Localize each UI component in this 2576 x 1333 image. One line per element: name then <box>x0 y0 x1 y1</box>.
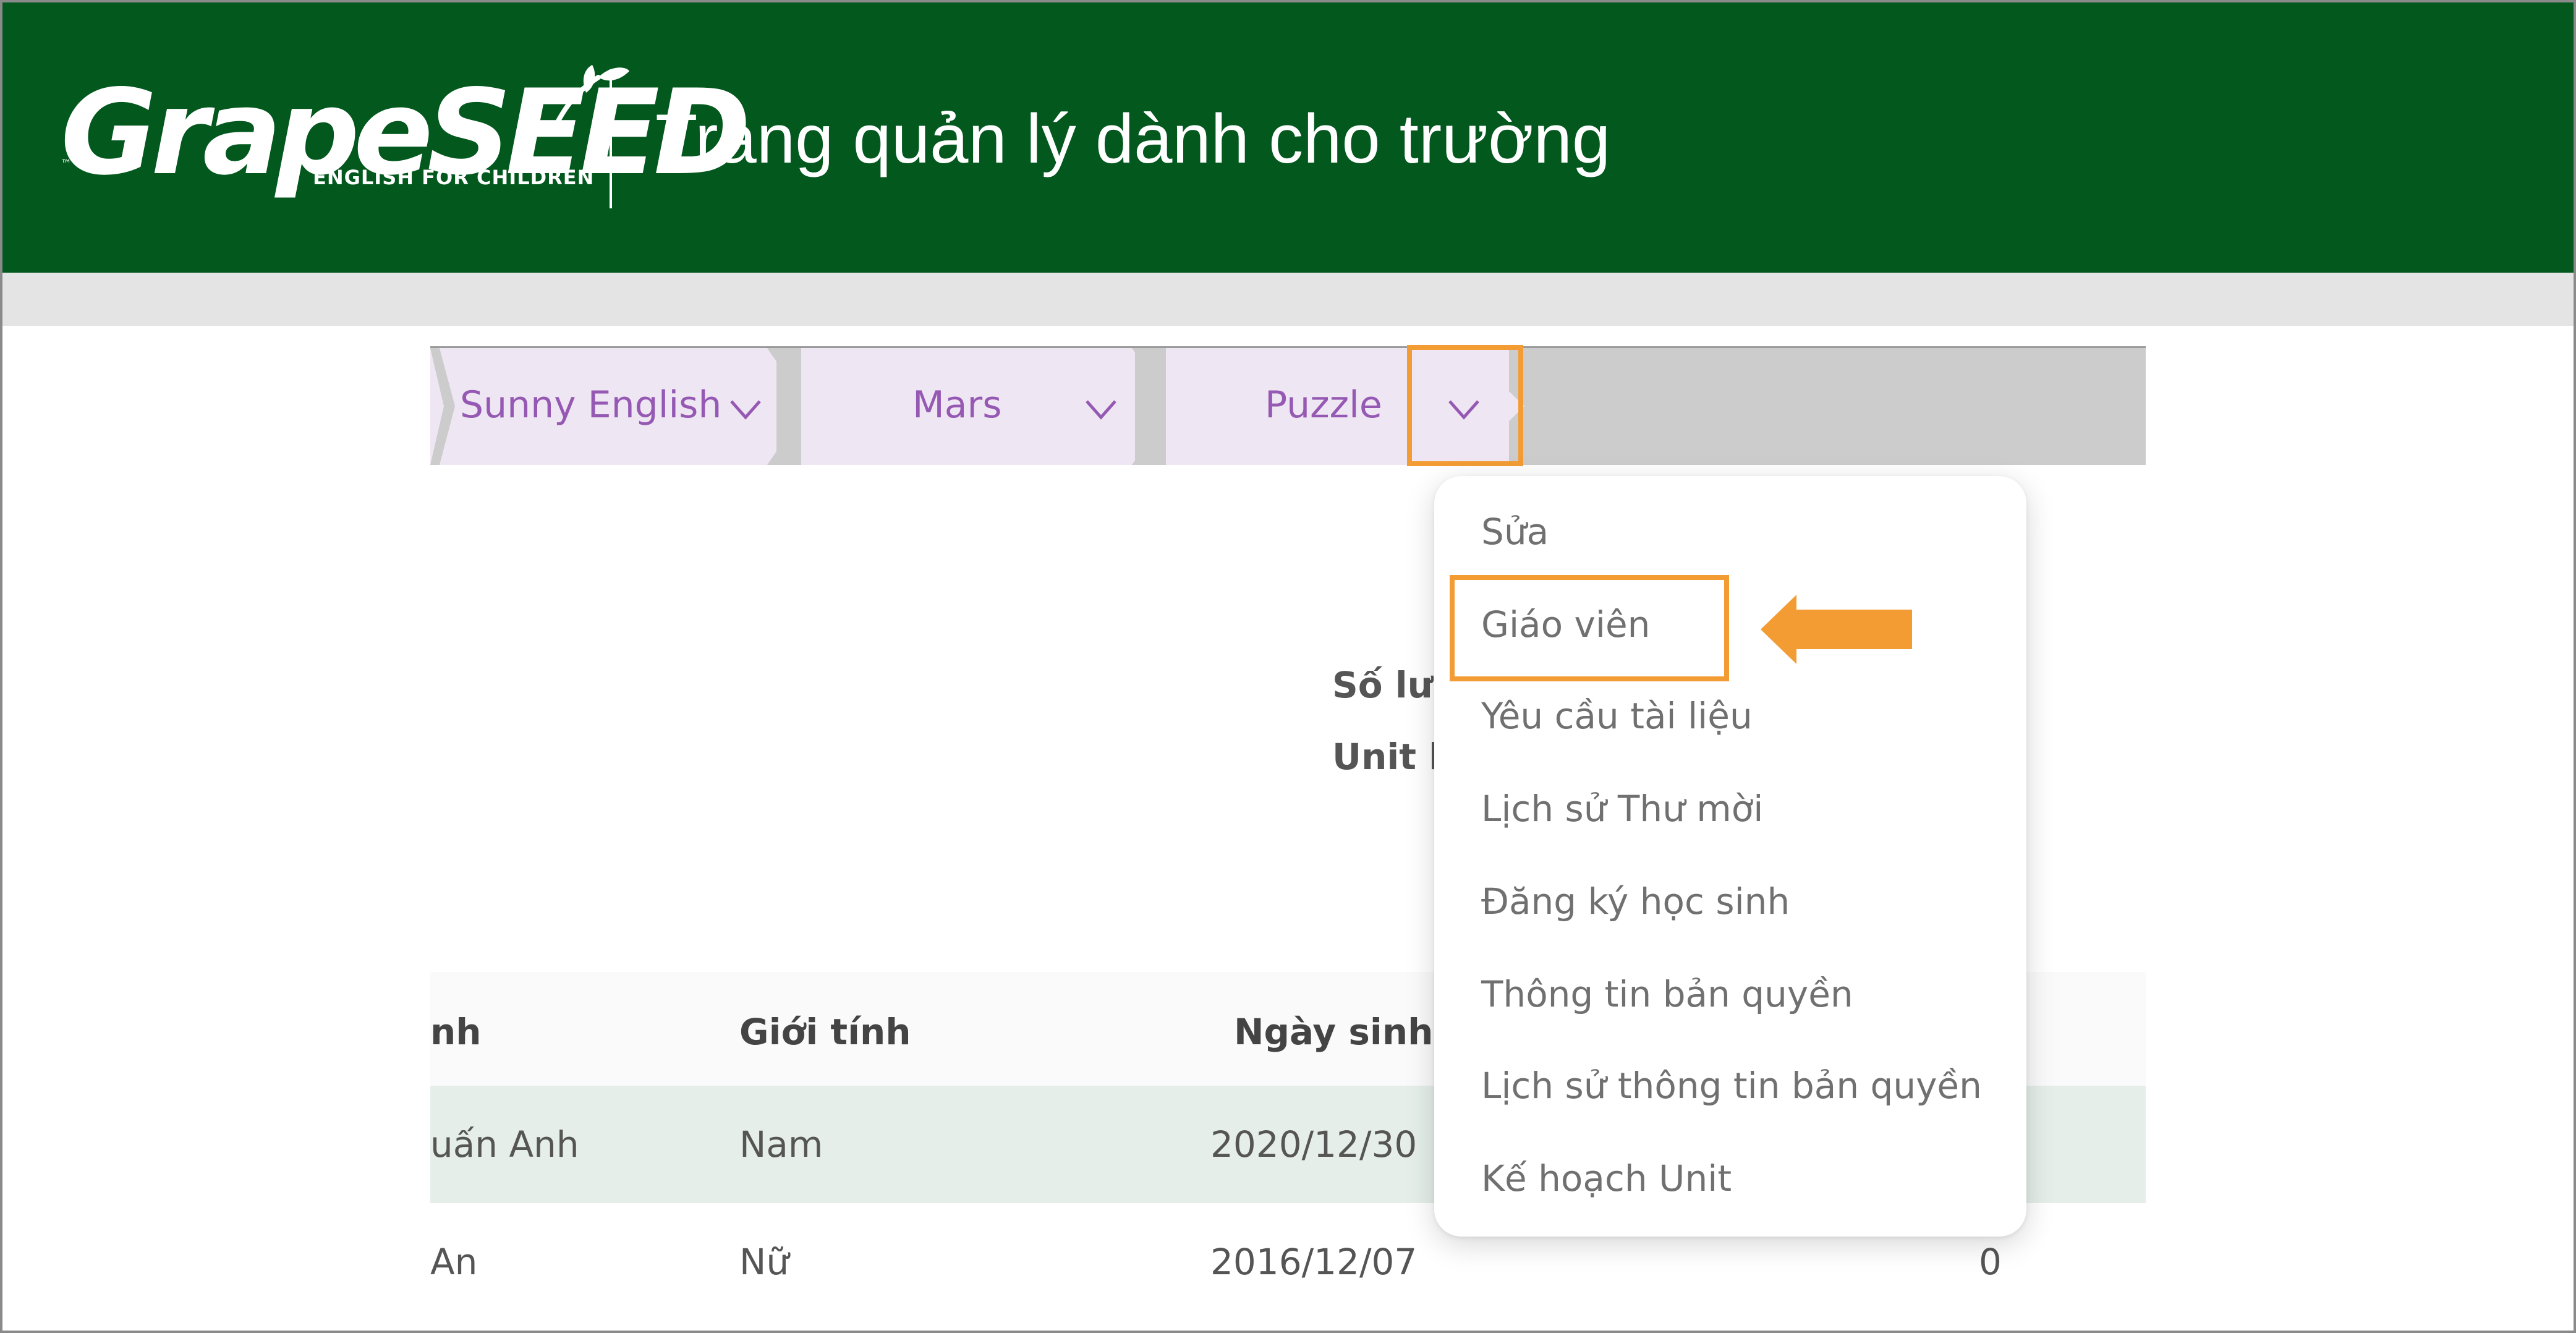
page-title: Trang quản lý dành cho trường <box>655 100 1611 177</box>
menu-item-student-registration[interactable]: Đăng ký học sinh <box>1481 877 1790 926</box>
column-header-dob[interactable]: Ngày sinh <box>1234 1010 1433 1054</box>
chevron-down-icon[interactable] <box>724 391 767 428</box>
breadcrumb-label: Mars <box>912 383 1002 427</box>
sub-header-bar <box>0 273 2576 326</box>
cell-extra: 0 <box>1979 1241 2002 1283</box>
chevron-down-icon[interactable] <box>1079 391 1123 428</box>
header-divider <box>610 69 612 208</box>
sprout-icon <box>553 65 629 129</box>
cell-dob: 2016/12/07 <box>1210 1241 1418 1283</box>
menu-item-edit[interactable]: Sửa <box>1481 507 1549 556</box>
arrow-left-icon <box>1761 595 1912 664</box>
column-header-gender[interactable]: Giới tính <box>739 1010 911 1054</box>
breadcrumb-item-mars[interactable]: Mars <box>801 348 1135 465</box>
cell-gender: Nữ <box>739 1241 789 1283</box>
breadcrumb-separator <box>430 348 455 465</box>
grapeseed-logo[interactable]: GrapeSEED ™ ENGLISH FOR CHILDREN <box>61 65 751 201</box>
cell-dob: 2020/12/30 <box>1210 1123 1418 1165</box>
column-header-name[interactable]: nh <box>430 1010 482 1054</box>
breadcrumb-label: Puzzle <box>1265 383 1382 427</box>
breadcrumb: Sunny English Mars Puzzle <box>430 346 2146 465</box>
cell-name: An <box>430 1241 478 1283</box>
menu-item-license-info[interactable]: Thông tin bản quyền <box>1481 969 1853 1019</box>
logo-trademark: ™ <box>61 158 72 171</box>
annotation-highlight-teachers <box>1450 575 1729 681</box>
menu-item-unit-plan[interactable]: Kế hoạch Unit <box>1481 1154 1732 1203</box>
annotation-highlight-toggle <box>1407 345 1523 466</box>
logo-tagline: ENGLISH FOR CHILDREN <box>313 166 595 189</box>
cell-gender: Nam <box>739 1123 823 1165</box>
breadcrumb-item-sunny-english[interactable]: Sunny English <box>430 348 776 465</box>
breadcrumb-label: Sunny English <box>460 383 722 427</box>
app-header: GrapeSEED ™ ENGLISH FOR CHILDREN Trang q… <box>0 0 2576 273</box>
cell-name: uấn Anh <box>430 1123 579 1165</box>
menu-item-invitation-history[interactable]: Lịch sử Thư mời <box>1481 784 1763 833</box>
menu-item-license-history[interactable]: Lịch sử thông tin bản quyền <box>1481 1061 1982 1110</box>
menu-item-material-request[interactable]: Yêu cầu tài liệu <box>1481 691 1753 741</box>
